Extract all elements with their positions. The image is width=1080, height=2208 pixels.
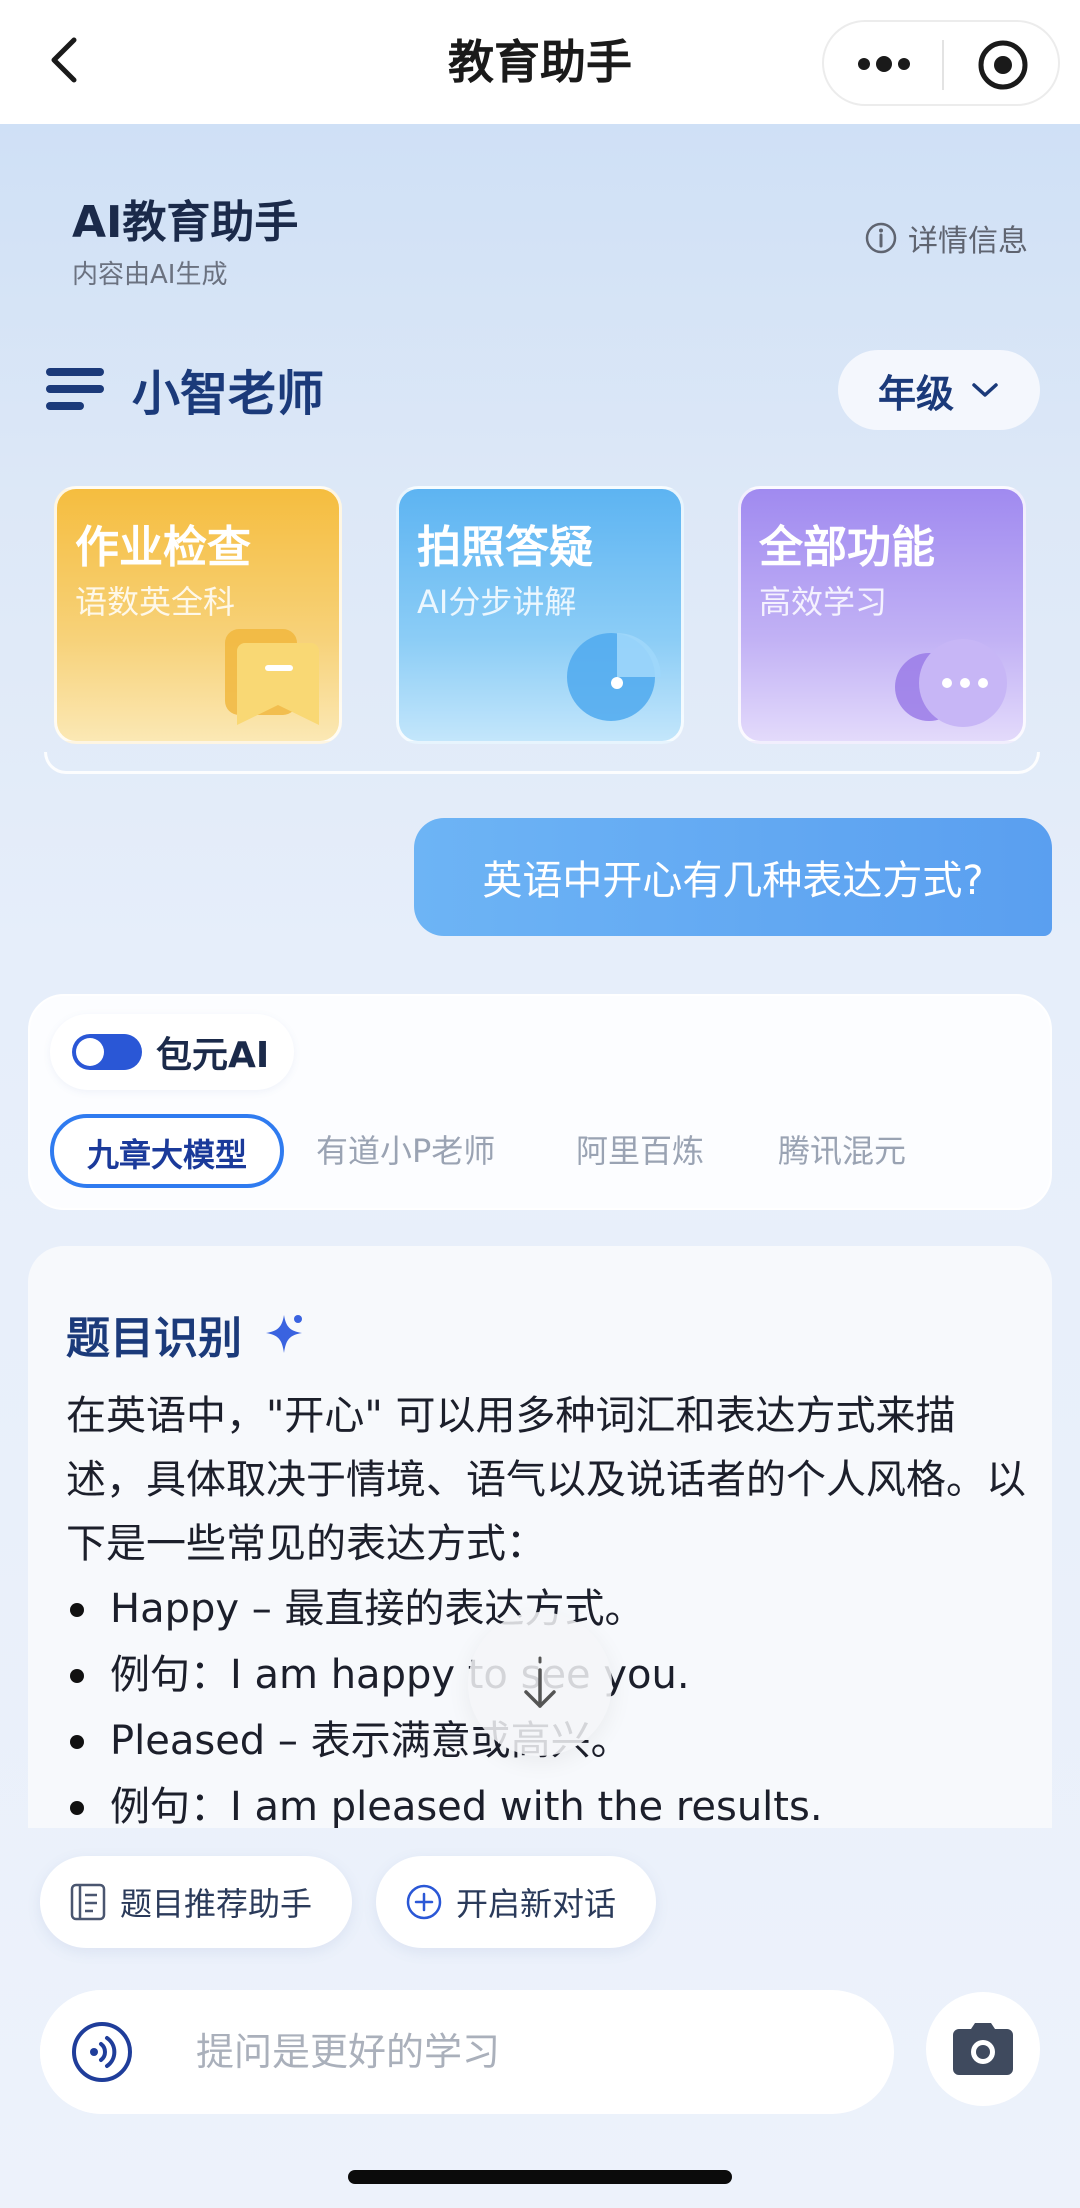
top-nav-bar: 教育助手 [0, 0, 1080, 124]
feature-card-homework-check[interactable]: 作业检查 语数英全科 [54, 486, 342, 744]
recommend-assistant-label: 题目推荐助手 [120, 1885, 313, 1923]
card-subtitle: 高效学习 [759, 583, 888, 621]
model-selector-panel: 包元AI 九章大模型 有道小P老师 阿里百炼 腾讯混元 [28, 994, 1052, 1210]
card-shelf-divider [44, 752, 1040, 774]
scroll-to-bottom-button[interactable] [468, 1612, 612, 1756]
arrow-down-icon [524, 1656, 556, 1708]
voice-wave-icon [72, 2022, 132, 2082]
card-title: 作业检查 [75, 522, 251, 573]
recommend-assistant-chip[interactable]: 题目推荐助手 [40, 1856, 352, 1948]
ai-toggle-label: 包元AI [156, 1035, 270, 1076]
detail-info-link[interactable]: 详情信息 [864, 216, 1028, 260]
info-icon [865, 222, 897, 254]
pie-chart-icon [567, 633, 661, 721]
card-title: 拍照答疑 [417, 522, 593, 573]
bookmark-icon [225, 629, 319, 725]
chevron-down-icon [972, 383, 998, 397]
voice-input-button[interactable] [40, 1990, 164, 2114]
new-chat-chip[interactable]: 开启新对话 [376, 1856, 656, 1948]
list-item: 例句：I am pleased with the results. [66, 1774, 1026, 1828]
teacher-name: 小智老师 [132, 366, 325, 422]
card-title: 全部功能 [759, 522, 935, 573]
close-target-icon[interactable] [976, 38, 1030, 92]
model-tab-tencent[interactable]: 腾讯混元 [778, 1114, 906, 1188]
more-dots-icon[interactable] [854, 46, 914, 82]
question-input[interactable] [196, 2010, 856, 2094]
model-tab-youdao[interactable]: 有道小P老师 [316, 1114, 495, 1188]
grade-label: 年级 [877, 371, 954, 416]
camera-icon [953, 2023, 1013, 2075]
plus-circle-icon [406, 1884, 442, 1920]
sparkle-icon [266, 1315, 302, 1353]
ai-disclaimer: 内容由AI生成 [72, 260, 228, 290]
ai-toggle-switch[interactable] [72, 1034, 142, 1070]
document-list-icon [70, 1883, 106, 1921]
user-message-bubble: 英语中开心有几种表达方式? [414, 818, 1052, 936]
ai-toggle-pill[interactable]: 包元AI [50, 1014, 294, 1090]
model-tab-jiuzhang[interactable]: 九章大模型 [50, 1114, 284, 1188]
mini-program-capsule [822, 20, 1060, 106]
feature-card-photo-qa[interactable]: 拍照答疑 AI分步讲解 [396, 486, 684, 744]
model-tab-aliyun[interactable]: 阿里百炼 [576, 1114, 704, 1188]
camera-button[interactable] [926, 1992, 1040, 2106]
answer-body-text: 在英语中，"开心" 可以用多种词汇和表达方式来描述，具体取决于情境、语气以及说话… [66, 1393, 1026, 1567]
grade-selector[interactable]: 年级 [838, 350, 1040, 430]
card-subtitle: AI分步讲解 [417, 583, 577, 621]
answer-title: 题目识别 [66, 1302, 306, 1366]
home-indicator [348, 2170, 732, 2184]
capsule-divider [942, 40, 944, 90]
chat-bubble-icon [895, 639, 1007, 727]
menu-icon[interactable] [46, 366, 104, 412]
new-chat-label: 开启新对话 [456, 1885, 617, 1923]
card-subtitle: 语数英全科 [75, 583, 236, 621]
answer-title-text: 题目识别 [66, 1313, 242, 1364]
detail-info-label: 详情信息 [908, 224, 1028, 259]
app-name: AI教育助手 [72, 197, 299, 248]
feature-card-all-features[interactable]: 全部功能 高效学习 [738, 486, 1026, 744]
